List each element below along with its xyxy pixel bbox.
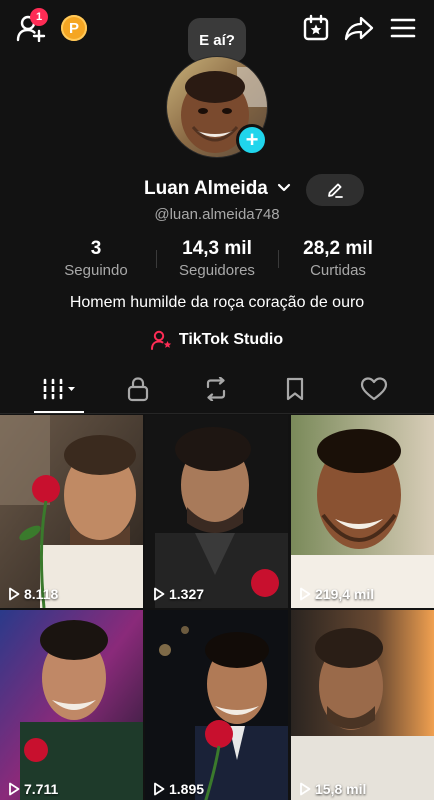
profile-stats: 3 Seguindo 14,3 mil Seguidores 28,2 mil …	[0, 238, 434, 284]
hamburger-menu-icon	[390, 18, 416, 38]
tab-liked[interactable]	[344, 366, 404, 412]
stat-label: Curtidas	[310, 262, 366, 279]
stat-label: Seguindo	[64, 262, 128, 279]
view-count: 15,8 mil	[299, 781, 366, 797]
coin-icon: P	[61, 15, 87, 41]
view-count: 7.711	[8, 781, 58, 797]
video-thumbnail[interactable]: 219,4 mil	[291, 415, 434, 608]
video-thumbnail[interactable]: 1.895	[145, 610, 288, 800]
points-button[interactable]: P	[61, 15, 87, 41]
tab-active-indicator	[34, 411, 84, 413]
calendar-button[interactable]	[300, 12, 332, 44]
plus-icon: +	[245, 127, 259, 152]
stat-value: 3	[90, 238, 102, 259]
add-friends-button[interactable]: 1	[14, 8, 48, 44]
pencil-icon	[328, 183, 343, 198]
play-icon	[154, 782, 165, 796]
video-thumbnail[interactable]: 1.327	[145, 415, 288, 608]
stat-following[interactable]: 3 Seguindo	[52, 238, 140, 279]
notification-badge: 1	[30, 8, 48, 26]
play-icon	[154, 587, 165, 601]
heart-icon	[360, 377, 388, 401]
add-story-button[interactable]: +	[236, 124, 268, 156]
view-count: 219,4 mil	[299, 586, 374, 602]
lock-icon	[127, 377, 149, 402]
calendar-star-icon	[303, 14, 329, 41]
play-icon	[300, 587, 311, 601]
play-icon	[300, 782, 311, 796]
profile-handle: @luan.almeida748	[154, 206, 280, 223]
video-grid: 8.118 1.327 219,4 mil 7.711 1.895 15,8 m…	[0, 415, 434, 800]
bookmark-icon	[286, 377, 304, 401]
play-icon	[9, 782, 20, 796]
stat-followers[interactable]: 14,3 mil Seguidores	[168, 238, 266, 279]
video-thumbnail[interactable]: 15,8 mil	[291, 610, 434, 800]
view-count-text: 1.327	[169, 586, 205, 602]
share-arrow-icon	[344, 16, 374, 41]
repost-icon	[206, 377, 226, 401]
play-icon	[9, 587, 20, 601]
grid-icon	[42, 378, 75, 400]
stat-value: 28,2 mil	[303, 238, 373, 259]
tab-reposts[interactable]	[186, 366, 246, 412]
tab-videos[interactable]	[29, 366, 89, 412]
profile-bio: Homem humilde da roça coração de ouro	[69, 294, 365, 311]
view-count-text: 7.711	[24, 781, 59, 797]
view-count: 8.118	[8, 586, 58, 602]
video-thumbnail[interactable]: 7.711	[0, 610, 143, 800]
person-star-icon	[150, 330, 172, 350]
status-bubble-text: E aí?	[199, 31, 235, 49]
view-count: 1.327	[153, 586, 204, 602]
stat-likes[interactable]: 28,2 mil Curtidas	[290, 238, 386, 279]
content-tabs	[0, 366, 434, 414]
view-count-text: 219,4 mil	[315, 586, 375, 602]
tiktok-studio-label: TikTok Studio	[178, 331, 284, 348]
video-thumbnail[interactable]: 8.118	[0, 415, 143, 608]
edit-profile-button[interactable]	[306, 174, 364, 206]
menu-button[interactable]	[388, 12, 418, 44]
view-count-text: 15,8 mil	[315, 781, 367, 797]
tab-saved[interactable]	[265, 366, 325, 412]
stat-divider	[278, 250, 279, 268]
stat-divider	[156, 250, 157, 268]
stat-value: 14,3 mil	[182, 238, 252, 259]
chevron-down-icon[interactable]	[276, 180, 292, 196]
share-button[interactable]	[342, 12, 376, 44]
view-count-text: 8.118	[24, 586, 59, 602]
profile-name[interactable]: Luan Almeida	[144, 178, 268, 200]
view-count-text: 1.895	[169, 781, 205, 797]
view-count: 1.895	[153, 781, 204, 797]
tab-private[interactable]	[108, 366, 168, 412]
tiktok-studio-link[interactable]: TikTok Studio	[0, 330, 434, 350]
stat-label: Seguidores	[179, 262, 255, 279]
name-row: Luan Almeida	[0, 174, 434, 206]
